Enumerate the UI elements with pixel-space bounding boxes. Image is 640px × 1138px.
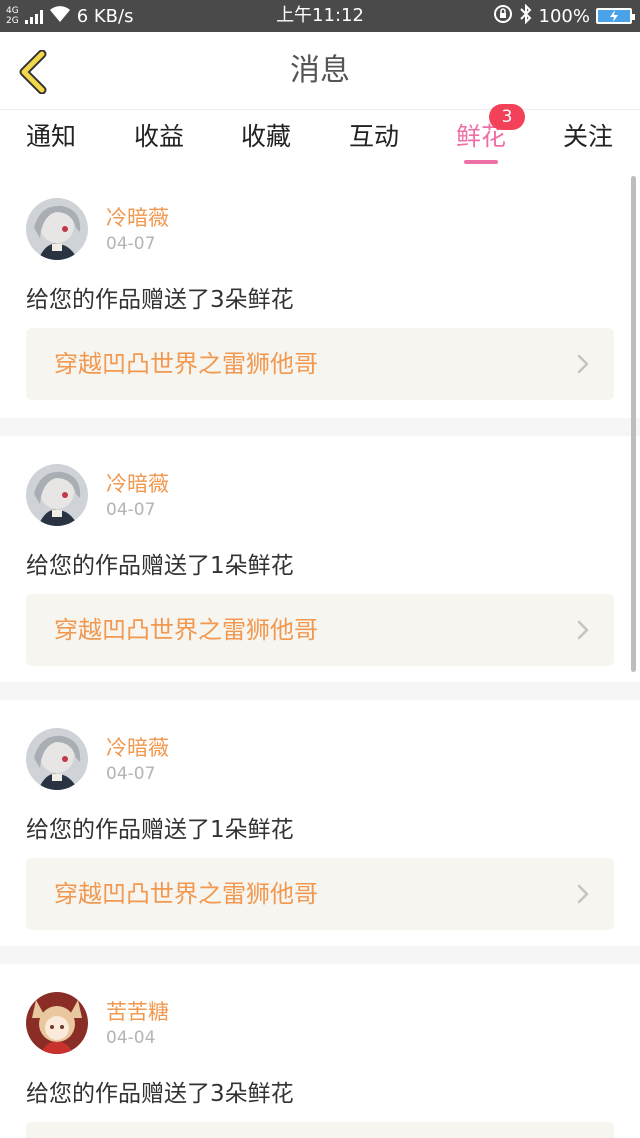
signal-icon bbox=[24, 8, 43, 24]
message-list[interactable]: 冷暗薇 04-07 给您的作品赠送了3朵鲜花 穿越凹凸世界之雷狮他哥 冷暗薇 0… bbox=[0, 170, 640, 1138]
bluetooth-icon bbox=[519, 3, 533, 29]
page-title: 消息 bbox=[290, 53, 350, 88]
work-link[interactable]: 穿越凹凸世界之雷狮他哥 bbox=[26, 858, 614, 930]
work-link[interactable] bbox=[26, 1122, 614, 1138]
message-text: 给您的作品赠送了3朵鲜花 bbox=[26, 287, 294, 313]
status-left: 4G 2G 6 KB/s bbox=[6, 0, 133, 32]
scrollbar[interactable] bbox=[631, 176, 636, 672]
message-date: 04-07 bbox=[106, 234, 156, 254]
message-date: 04-04 bbox=[106, 1028, 156, 1048]
avatar[interactable] bbox=[26, 728, 88, 790]
tab-label: 收藏 bbox=[240, 122, 291, 151]
message-date: 04-07 bbox=[106, 500, 156, 520]
chevron-right-icon bbox=[577, 884, 589, 904]
sender-name[interactable]: 苦苦糖 bbox=[106, 996, 169, 1026]
list-item: 冷暗薇 04-07 给您的作品赠送了1朵鲜花 穿越凹凸世界之雷狮他哥 bbox=[0, 436, 640, 682]
tab-notifications[interactable]: 通知 bbox=[1, 110, 101, 170]
tab-bar: 通知 收益 收藏 互动 鲜花 3 关注 bbox=[0, 104, 640, 170]
back-button[interactable] bbox=[14, 49, 54, 95]
work-link[interactable]: 穿越凹凸世界之雷狮他哥 bbox=[26, 328, 614, 400]
tab-label: 互动 bbox=[348, 122, 399, 151]
list-item: 冷暗薇 04-07 给您的作品赠送了1朵鲜花 穿越凹凸世界之雷狮他哥 bbox=[0, 700, 640, 946]
work-title: 穿越凹凸世界之雷狮他哥 bbox=[54, 350, 318, 378]
work-title: 穿越凹凸世界之雷狮他哥 bbox=[54, 616, 318, 644]
status-right: 100% bbox=[493, 0, 635, 32]
network-type-bottom: 2G bbox=[6, 16, 19, 26]
chevron-right-icon bbox=[577, 354, 589, 374]
avatar[interactable] bbox=[26, 198, 88, 260]
tab-label: 关注 bbox=[562, 122, 613, 151]
work-title: 穿越凹凸世界之雷狮他哥 bbox=[54, 880, 318, 908]
avatar[interactable] bbox=[26, 992, 88, 1054]
header: 消息 bbox=[0, 32, 640, 110]
message-text: 给您的作品赠送了1朵鲜花 bbox=[26, 553, 294, 579]
tab-favorites[interactable]: 收藏 bbox=[216, 110, 316, 170]
chevron-left-icon bbox=[19, 49, 47, 95]
sender-name[interactable]: 冷暗薇 bbox=[106, 732, 169, 762]
message-date: 04-07 bbox=[106, 764, 156, 784]
message-text: 给您的作品赠送了1朵鲜花 bbox=[26, 817, 294, 843]
tab-label: 收益 bbox=[133, 122, 184, 151]
status-bar: 4G 2G 6 KB/s 上午11:12 100% bbox=[0, 0, 640, 32]
message-text: 给您的作品赠送了3朵鲜花 bbox=[26, 1081, 294, 1107]
battery-charging-icon bbox=[596, 8, 635, 24]
network-type-top: 4G bbox=[6, 6, 19, 16]
work-link[interactable]: 穿越凹凸世界之雷狮他哥 bbox=[26, 594, 614, 666]
tab-following[interactable]: 关注 bbox=[538, 110, 638, 170]
sender-name[interactable]: 冷暗薇 bbox=[106, 468, 169, 498]
tab-interactions[interactable]: 互动 bbox=[324, 110, 424, 170]
lock-rotation-icon bbox=[493, 4, 513, 29]
chevron-right-icon bbox=[577, 620, 589, 640]
tab-earnings[interactable]: 收益 bbox=[109, 110, 209, 170]
active-tab-indicator bbox=[464, 160, 498, 164]
network-type: 4G 2G bbox=[6, 6, 19, 26]
avatar[interactable] bbox=[26, 464, 88, 526]
unread-badge: 3 bbox=[489, 104, 525, 130]
tab-flowers[interactable]: 鲜花 3 bbox=[431, 104, 531, 170]
tab-label: 通知 bbox=[25, 122, 76, 151]
battery-percent: 100% bbox=[538, 5, 590, 27]
list-item: 苦苦糖 04-04 给您的作品赠送了3朵鲜花 bbox=[0, 964, 640, 1138]
list-item: 冷暗薇 04-07 给您的作品赠送了3朵鲜花 穿越凹凸世界之雷狮他哥 bbox=[0, 170, 640, 418]
sender-name[interactable]: 冷暗薇 bbox=[106, 202, 169, 232]
wifi-icon bbox=[49, 5, 71, 28]
network-speed: 6 KB/s bbox=[76, 5, 134, 27]
